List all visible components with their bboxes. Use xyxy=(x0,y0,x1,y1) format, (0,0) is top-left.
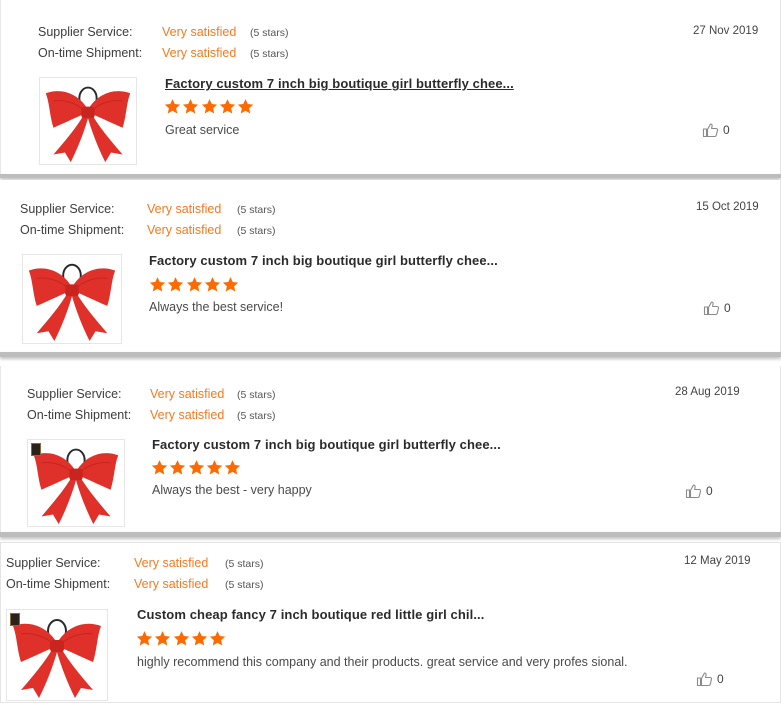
supplier-service-value: Very satisfied xyxy=(162,25,237,39)
star-icon xyxy=(191,630,208,647)
shipment-value: Very satisfied xyxy=(162,46,237,60)
product-title-link[interactable]: Factory custom 7 inch big boutique girl … xyxy=(165,76,514,91)
review-date: 28 Aug 2019 xyxy=(675,386,740,398)
review-card: Supplier Service: Very satisfied (5 star… xyxy=(0,180,781,352)
like-button[interactable]: 0 xyxy=(703,300,731,316)
supplier-service-label: Supplier Service: xyxy=(20,202,115,216)
like-count: 0 xyxy=(706,484,713,498)
shipment-value: Very satisfied xyxy=(147,223,222,237)
star-icon xyxy=(151,459,168,476)
shipment-stars: (5 stars) xyxy=(237,410,276,422)
card-separator xyxy=(0,352,781,357)
thumbs-up-icon xyxy=(702,122,719,138)
shipment-label: On-time Shipment: xyxy=(27,408,132,422)
review-card: Supplier Service: Very satisfied (5 star… xyxy=(0,0,781,174)
supplier-service-stars: (5 stars) xyxy=(237,204,276,216)
like-count: 0 xyxy=(717,672,724,686)
review-date: 15 Oct 2019 xyxy=(696,201,759,213)
like-button[interactable]: 0 xyxy=(685,483,713,499)
review-comment: Always the best service! xyxy=(149,300,284,314)
card-separator xyxy=(0,532,781,537)
star-icon xyxy=(209,630,226,647)
supplier-service-label: Supplier Service: xyxy=(6,556,101,570)
product-thumbnail[interactable] xyxy=(27,439,125,527)
shipment-label: On-time Shipment: xyxy=(38,46,143,60)
star-rating xyxy=(149,276,240,298)
star-icon xyxy=(164,98,181,115)
review-comment: Great service xyxy=(165,123,240,137)
supplier-service-label: Supplier Service: xyxy=(27,387,122,401)
star-icon xyxy=(169,459,186,476)
star-icon xyxy=(206,459,223,476)
shipment-value: Very satisfied xyxy=(150,408,225,422)
supplier-service-value: Very satisfied xyxy=(147,202,222,216)
card-separator xyxy=(0,174,781,178)
star-rating xyxy=(151,459,242,481)
product-title-link[interactable]: Factory custom 7 inch big boutique girl … xyxy=(152,437,501,452)
review-card: Supplier Service: Very satisfied (5 star… xyxy=(0,366,781,532)
product-thumbnail[interactable] xyxy=(22,254,122,344)
star-icon xyxy=(182,98,199,115)
supplier-service-stars: (5 stars) xyxy=(237,389,276,401)
like-button[interactable]: 0 xyxy=(696,671,724,687)
star-icon xyxy=(237,98,254,115)
supplier-service-value: Very satisfied xyxy=(150,387,225,401)
product-title-link[interactable]: Custom cheap fancy 7 inch boutique red l… xyxy=(137,607,484,622)
thumbs-up-icon xyxy=(685,483,702,499)
shipment-label: On-time Shipment: xyxy=(20,223,125,237)
star-icon xyxy=(201,98,218,115)
star-icon xyxy=(173,630,190,647)
shipment-stars: (5 stars) xyxy=(237,225,276,237)
star-rating xyxy=(136,630,227,652)
star-icon xyxy=(149,276,166,293)
star-icon xyxy=(186,276,203,293)
product-badge-icon xyxy=(31,443,41,456)
star-rating xyxy=(164,98,255,120)
review-date: 12 May 2019 xyxy=(684,555,751,567)
product-thumbnail[interactable] xyxy=(6,609,108,701)
review-comment: Always the best - very happy xyxy=(152,483,312,497)
shipment-value: Very satisfied xyxy=(134,577,209,591)
star-icon xyxy=(136,630,153,647)
review-card: Supplier Service: Very satisfied (5 star… xyxy=(0,542,781,703)
supplier-service-value: Very satisfied xyxy=(134,556,209,570)
star-icon xyxy=(222,276,239,293)
supplier-service-label: Supplier Service: xyxy=(38,25,133,39)
star-icon xyxy=(219,98,236,115)
like-count: 0 xyxy=(723,123,730,137)
review-comment: highly recommend this company and their … xyxy=(137,655,628,669)
star-icon xyxy=(188,459,205,476)
star-icon xyxy=(154,630,171,647)
supplier-service-stars: (5 stars) xyxy=(250,27,289,39)
shipment-stars: (5 stars) xyxy=(250,48,289,60)
thumbs-up-icon xyxy=(703,300,720,316)
star-icon xyxy=(224,459,241,476)
shipment-stars: (5 stars) xyxy=(225,579,264,591)
star-icon xyxy=(167,276,184,293)
thumbs-up-icon xyxy=(696,671,713,687)
product-title-link[interactable]: Factory custom 7 inch big boutique girl … xyxy=(149,253,498,268)
product-badge-icon xyxy=(10,613,20,626)
like-button[interactable]: 0 xyxy=(702,122,730,138)
star-icon xyxy=(204,276,221,293)
review-date: 27 Nov 2019 xyxy=(693,25,759,37)
shipment-label: On-time Shipment: xyxy=(6,577,111,591)
product-thumbnail[interactable] xyxy=(39,77,137,165)
like-count: 0 xyxy=(724,301,731,315)
supplier-service-stars: (5 stars) xyxy=(225,558,264,570)
